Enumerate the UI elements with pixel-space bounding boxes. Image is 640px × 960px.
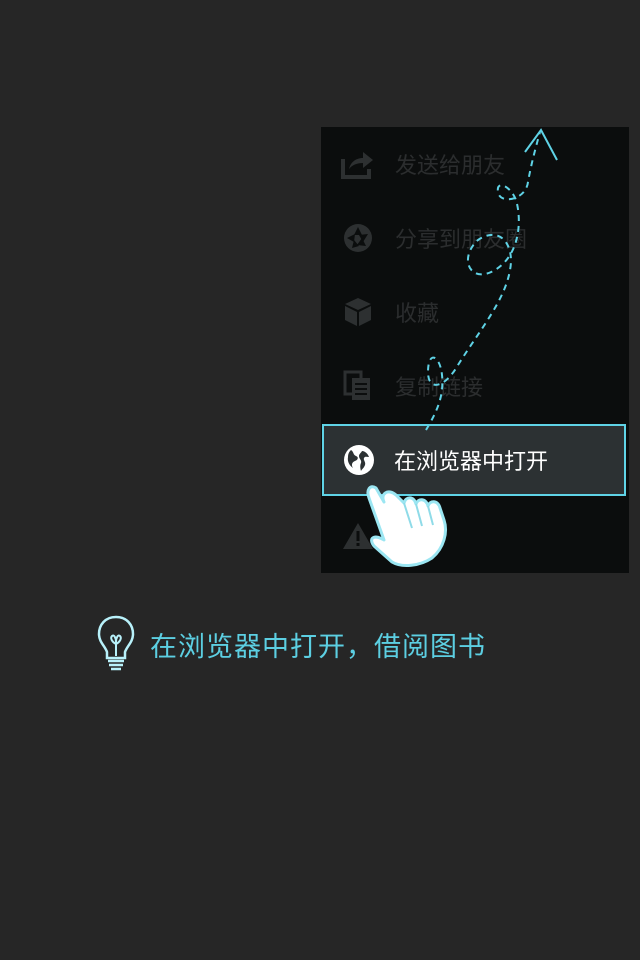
hint-row: 在浏览器中打开，借阅图书 xyxy=(96,612,486,676)
share-icon xyxy=(341,147,375,181)
action-menu: 发送给朋友 分享到朋友圈 收藏 复制链接 xyxy=(321,127,629,573)
menu-item-send-to-friend[interactable]: 发送给朋友 xyxy=(321,127,629,201)
camera-aperture-icon xyxy=(341,221,375,255)
menu-item-favorite[interactable]: 收藏 xyxy=(321,275,629,349)
menu-item-label: 收藏 xyxy=(395,302,440,327)
hint-text: 在浏览器中打开，借阅图书 xyxy=(150,631,486,663)
guide-screen: 发送给朋友 分享到朋友圈 收藏 复制链接 在浏览器中打开 在浏览器中打开，借阅图… xyxy=(0,0,640,960)
menu-item-open-in-browser[interactable]: 在浏览器中打开 xyxy=(322,424,626,496)
lightbulb-icon xyxy=(96,614,136,674)
warning-icon xyxy=(341,519,375,553)
menu-item-label: 在浏览器中打开 xyxy=(394,450,549,475)
menu-item-copy-link[interactable]: 复制链接 xyxy=(321,349,629,423)
menu-item-report[interactable] xyxy=(321,499,629,573)
box-icon xyxy=(341,295,375,329)
globe-icon xyxy=(342,443,376,477)
menu-item-label: 发送给朋友 xyxy=(395,154,506,179)
menu-item-share-moments[interactable]: 分享到朋友圈 xyxy=(321,201,629,275)
menu-item-label: 复制链接 xyxy=(395,376,484,401)
menu-item-label: 分享到朋友圈 xyxy=(395,228,528,253)
copy-icon xyxy=(341,369,375,403)
